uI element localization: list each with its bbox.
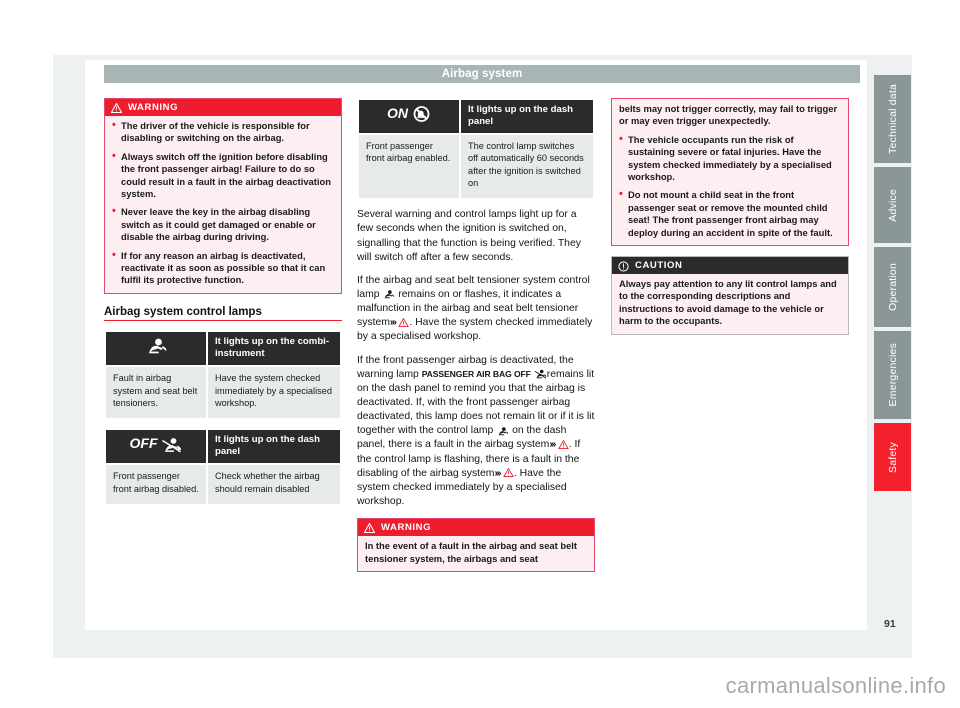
warning-header: WARNING — [105, 99, 341, 116]
lamp-header-text: It lights up on the dash panel — [208, 430, 340, 464]
lamp-meaning-cell: Front passenger front airbag disabled. — [106, 465, 206, 504]
child-seat-airbag-off-glyph — [162, 437, 182, 453]
manual-page: Airbag system WARNING The driver of — [85, 60, 867, 630]
watermark: carmanualsonline.info — [725, 673, 946, 698]
tab-label: Safety — [886, 441, 899, 473]
caution-header: CAUTION — [612, 257, 848, 275]
column-left: WARNING The driver of the vehicle is res… — [104, 98, 342, 514]
caution-header-label: CAUTION — [635, 260, 683, 272]
lamp-header-text: It lights up on the combi-instrument — [208, 332, 340, 366]
section-heading: Airbag system control lamps — [104, 305, 262, 318]
tab-operation[interactable]: Operation — [874, 247, 911, 327]
lamp-text-label: PASSENGER AIR BAG OFF — [421, 368, 531, 379]
warning-bullet: Never leave the key in the airbag disabl… — [112, 205, 334, 243]
lamp-action-cell: Check whether the airbag should remain d… — [208, 465, 340, 504]
body-paragraph: If the airbag and seat belt tensioner sy… — [357, 274, 595, 345]
warning-triangle-icon — [502, 468, 514, 478]
table-row: OFF It lights up on the dash panel — [106, 430, 340, 464]
warning-box-continued: belts may not trigger correctly, may fai… — [611, 98, 849, 247]
airbag-fault-glyph — [149, 338, 167, 354]
on-label: ON — [387, 105, 409, 121]
cross-reference-arrows-icon: ››› — [494, 467, 501, 479]
caution-box: CAUTION Always pay attention to any lit … — [611, 256, 849, 335]
cross-reference-arrows-icon: ››› — [389, 317, 397, 329]
screenshot-viewport: Airbag system WARNING The driver of — [0, 0, 960, 708]
child-seat-prohibited-glyph — [413, 106, 430, 123]
lamp-action-cell: Have the system checked immediately by a… — [208, 367, 340, 419]
warning-body: The driver of the vehicle is responsible… — [105, 116, 341, 293]
tab-emergencies[interactable]: Emergencies — [874, 331, 911, 419]
airbag-fault-icon — [499, 426, 509, 435]
warning-text: In the event of a fault in the airbag an… — [365, 540, 578, 564]
tab-label: Advice — [886, 188, 899, 222]
warning-box-middle: WARNING In the event of a fault in the a… — [357, 518, 595, 572]
warning-header-label: WARNING — [381, 522, 432, 534]
warning-triangle-icon — [398, 318, 410, 328]
warning-bullet: Do not mount a child seat in the front p… — [619, 188, 841, 239]
column-middle: ON It lights up on the dash panel Front … — [357, 98, 595, 582]
tab-label: Operation — [886, 263, 899, 311]
passenger-airbag-off-icon — [534, 369, 547, 379]
airbag-fault-icon — [385, 290, 395, 299]
caution-text: Always pay attention to any lit control … — [619, 278, 837, 327]
lamp-header-text: It lights up on the dash panel — [461, 100, 593, 133]
table-row: It lights up on the combi-instrument — [106, 332, 340, 366]
table-row: Front passenger front airbag disabled. C… — [106, 465, 340, 504]
warning-lead-text: belts may not trigger correctly, may fai… — [619, 103, 838, 127]
warning-triangle-icon — [364, 522, 375, 533]
passenger-airbag-on-icon: ON — [359, 100, 459, 133]
warning-triangle-icon — [111, 102, 122, 113]
section-tab-strip: Technical data Advice Operation Emergenc… — [874, 75, 911, 495]
lamp-table-combi-instrument: It lights up on the combi-instrument Fau… — [104, 330, 342, 420]
page-title: Airbag system — [104, 65, 860, 83]
warning-triangle-icon — [557, 440, 569, 450]
lamp-meaning-cell: Front passenger front airbag enabled. — [359, 134, 459, 199]
lamp-action-cell: The control lamp switches off automatica… — [461, 134, 593, 199]
section-rule — [104, 319, 342, 322]
airbag-fault-icon — [106, 332, 206, 366]
warning-bullet: The driver of the vehicle is responsible… — [112, 119, 334, 145]
off-label: OFF — [129, 435, 158, 452]
table-row: ON It lights up on the dash panel — [359, 100, 593, 133]
warning-bullet: If for any reason an airbag is deactivat… — [112, 249, 334, 287]
tab-safety[interactable]: Safety — [874, 423, 911, 491]
column-right: belts may not trigger correctly, may fai… — [611, 98, 849, 345]
caution-exclamation-icon — [618, 260, 629, 272]
cross-reference-arrows-icon: ››› — [549, 439, 556, 451]
caution-body: Always pay attention to any lit control … — [612, 274, 848, 334]
table-row: Fault in airbag system and seat belt ten… — [106, 367, 340, 419]
lamp-table-dash-panel-off: OFF It lights up on the dash panel Front… — [104, 428, 342, 506]
warning-body-continued: belts may not trigger correctly, may fai… — [612, 99, 848, 245]
page-number: 91 — [884, 618, 896, 630]
warning-bullet: The vehicle occupants run the risk of su… — [619, 133, 841, 184]
tab-technical-data[interactable]: Technical data — [874, 75, 911, 163]
warning-bullet: Always switch off the ignition before di… — [112, 150, 334, 201]
warning-body: In the event of a fault in the airbag an… — [358, 536, 594, 571]
lamp-meaning-cell: Fault in airbag system and seat belt ten… — [106, 367, 206, 419]
tab-advice[interactable]: Advice — [874, 167, 911, 243]
tab-label: Technical data — [886, 84, 899, 154]
warning-box-left: WARNING The driver of the vehicle is res… — [104, 98, 342, 294]
passenger-airbag-off-icon: OFF — [106, 430, 206, 464]
table-row: Front passenger front airbag enabled. Th… — [359, 134, 593, 199]
warning-header-label: WARNING — [128, 102, 179, 113]
body-paragraph: If the front passenger airbag is deactiv… — [357, 354, 595, 510]
lamp-table-dash-panel-on: ON It lights up on the dash panel Front … — [357, 98, 595, 200]
warning-header: WARNING — [358, 519, 594, 537]
tab-label: Emergencies — [886, 343, 899, 407]
page-title-text: Airbag system — [441, 68, 523, 80]
body-paragraph: Several warning and control lamps light … — [357, 209, 581, 263]
